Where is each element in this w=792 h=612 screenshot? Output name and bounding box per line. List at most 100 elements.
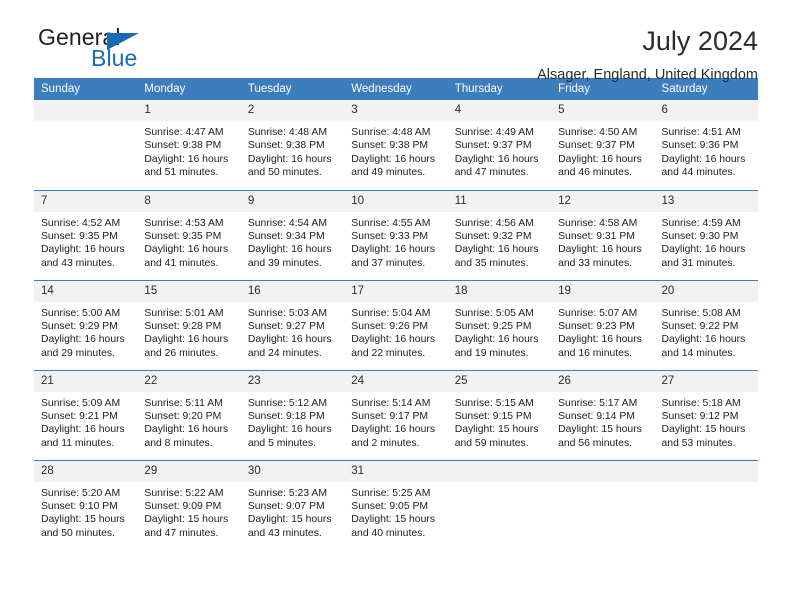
daylight-text-cont: and 39 minutes.	[247, 257, 322, 269]
calendar-day-cell[interactable]: 12 Sunrise: 4:58 AM Sunset: 9:31 PM Dayligh…	[551, 189, 655, 280]
day-number: 18	[447, 280, 552, 302]
calendar-day-cell[interactable]: 22 Sunrise: 5:11 AM Sunset: 9:20 PM Dayligh…	[137, 369, 241, 460]
sunrise-text: Sunrise: 4:56 AM	[454, 217, 534, 229]
sunrise-text: Sunrise: 5:11 AM	[144, 397, 223, 409]
sunset-text: Sunset: 9:32 PM	[454, 230, 532, 242]
calendar-day-cell[interactable]: 31 Sunrise: 5:25 AM Sunset: 9:05 PM Dayligh…	[344, 459, 448, 550]
calendar-day-cell[interactable]: 29 Sunrise: 5:22 AM Sunset: 9:09 PM Dayligh…	[137, 459, 241, 550]
calendar-day-cell[interactable]: 26 Sunrise: 5:17 AM Sunset: 9:14 PM Dayligh…	[551, 369, 655, 460]
day-number: 3	[344, 100, 448, 121]
daylight-text-cont: and 56 minutes.	[558, 437, 633, 449]
calendar-day-cell[interactable]: 6 Sunrise: 4:51 AM Sunset: 9:36 PM Daylight…	[654, 100, 758, 190]
sunrise-text: Sunrise: 4:59 AM	[661, 217, 741, 229]
sunrise-text: Sunrise: 5:00 AM	[41, 307, 121, 319]
day-details: Sunrise: 5:17 AM Sunset: 9:14 PM Daylight:…	[551, 392, 654, 451]
calendar-day-cell[interactable]: 17 Sunrise: 5:04 AM Sunset: 9:26 PM Dayligh…	[344, 279, 448, 370]
day-number: 2	[240, 100, 345, 121]
sunset-text: Sunset: 9:07 PM	[247, 500, 325, 512]
calendar-day-cell[interactable]: 21 Sunrise: 5:09 AM Sunset: 9:21 PM Dayligh…	[34, 369, 138, 460]
sunrise-text: Sunrise: 5:15 AM	[454, 397, 534, 409]
calendar-day-cell[interactable]: 25 Sunrise: 5:15 AM Sunset: 9:15 PM Dayligh…	[447, 369, 552, 460]
day-number: 31	[344, 460, 448, 482]
sunrise-text: Sunrise: 5:08 AM	[661, 307, 741, 319]
sunset-text: Sunset: 9:27 PM	[247, 320, 325, 332]
daylight-text: Daylight: 16 hours	[144, 334, 229, 346]
calendar-day-cell[interactable]: 23 Sunrise: 5:12 AM Sunset: 9:18 PM Dayligh…	[240, 369, 345, 460]
calendar-day-cell[interactable]: 9 Sunrise: 4:54 AM Sunset: 9:34 PM Daylight…	[240, 189, 345, 280]
calendar-day-cell[interactable]: 15 Sunrise: 5:01 AM Sunset: 9:28 PM Dayligh…	[137, 279, 241, 370]
calendar-day-cell[interactable]: 5 Sunrise: 4:50 AM Sunset: 9:37 PM Daylight…	[551, 100, 655, 190]
calendar-day-cell[interactable]: 20 Sunrise: 5:08 AM Sunset: 9:22 PM Dayligh…	[654, 279, 758, 370]
calendar-day-cell[interactable]: 8 Sunrise: 4:53 AM Sunset: 9:35 PM Daylight…	[137, 189, 241, 280]
calendar-day-cell[interactable]: 18 Sunrise: 5:05 AM Sunset: 9:25 PM Dayligh…	[447, 279, 552, 370]
weekday-header-tuesday: Tuesday	[240, 78, 345, 100]
day-number: 16	[240, 280, 345, 302]
day-number: 23	[240, 370, 345, 392]
sunset-text: Sunset: 9:36 PM	[661, 140, 739, 152]
day-details: Sunrise: 5:18 AM Sunset: 9:12 PM Daylight:…	[655, 392, 758, 451]
day-number: 25	[447, 370, 552, 392]
sunset-text: Sunset: 9:30 PM	[661, 230, 739, 242]
sunrise-text: Sunrise: 5:04 AM	[351, 307, 431, 319]
calendar-day-cell[interactable]: 24 Sunrise: 5:14 AM Sunset: 9:17 PM Dayligh…	[344, 369, 448, 460]
weekday-header-thursday: Thursday	[447, 78, 552, 100]
calendar-day-cell[interactable]: 28 Sunrise: 5:20 AM Sunset: 9:10 PM Dayligh…	[34, 459, 138, 550]
calendar-day-cell[interactable]: 27 Sunrise: 5:18 AM Sunset: 9:12 PM Dayligh…	[654, 369, 758, 460]
general-blue-logo[interactable]: General Blue	[34, 24, 194, 76]
calendar-day-cell[interactable]: 16 Sunrise: 5:03 AM Sunset: 9:27 PM Dayligh…	[240, 279, 345, 370]
calendar-day-cell[interactable]: 3 Sunrise: 4:48 AM Sunset: 9:38 PM Daylight…	[344, 100, 448, 190]
calendar-day-cell[interactable]: 1 Sunrise: 4:47 AM Sunset: 9:38 PM Daylight…	[137, 100, 241, 190]
daylight-text: Daylight: 16 hours	[351, 153, 436, 165]
day-details: Sunrise: 4:49 AM Sunset: 9:37 PM Daylight:…	[448, 121, 551, 180]
calendar-day-cell-empty	[447, 459, 552, 550]
calendar-day-cell[interactable]: 14 Sunrise: 5:00 AM Sunset: 9:29 PM Dayligh…	[34, 279, 138, 370]
sunrise-text: Sunrise: 5:09 AM	[41, 397, 121, 409]
sunrise-text: Sunrise: 5:18 AM	[661, 397, 741, 409]
day-details: Sunrise: 5:01 AM Sunset: 9:28 PM Daylight:…	[137, 302, 240, 361]
day-details: Sunrise: 4:59 AM Sunset: 9:30 PM Daylight:…	[655, 212, 758, 271]
day-details: Sunrise: 5:20 AM Sunset: 9:10 PM Daylight:…	[34, 482, 137, 541]
daylight-text: Daylight: 15 hours	[41, 514, 125, 526]
sunrise-text: Sunrise: 4:47 AM	[144, 127, 224, 138]
day-number	[551, 460, 655, 482]
calendar-day-cell[interactable]: 4 Sunrise: 4:49 AM Sunset: 9:37 PM Daylight…	[447, 100, 552, 190]
daylight-text: Daylight: 16 hours	[351, 424, 436, 436]
sunrise-text: Sunrise: 5:05 AM	[454, 307, 534, 319]
calendar-day-cell[interactable]: 19 Sunrise: 5:07 AM Sunset: 9:23 PM Dayligh…	[551, 279, 655, 370]
sunset-text: Sunset: 9:25 PM	[454, 320, 532, 332]
sunset-text: Sunset: 9:29 PM	[41, 320, 118, 332]
sunset-text: Sunset: 9:10 PM	[41, 500, 118, 512]
calendar-day-cell[interactable]: 10 Sunrise: 4:55 AM Sunset: 9:33 PM Dayligh…	[344, 189, 448, 280]
sunrise-text: Sunrise: 4:55 AM	[351, 217, 431, 229]
day-number: 20	[654, 280, 758, 302]
daylight-text: Daylight: 16 hours	[661, 244, 746, 256]
sunrise-text: Sunrise: 5:03 AM	[247, 307, 327, 319]
daylight-text-cont: and 41 minutes.	[144, 257, 219, 269]
day-details: Sunrise: 4:50 AM Sunset: 9:37 PM Daylight:…	[551, 121, 654, 180]
day-details: Sunrise: 5:22 AM Sunset: 9:09 PM Daylight:…	[137, 482, 240, 541]
day-number: 26	[551, 370, 655, 392]
calendar-day-cell[interactable]: 2 Sunrise: 4:48 AM Sunset: 9:38 PM Daylight…	[240, 100, 345, 190]
daylight-text: Daylight: 15 hours	[454, 424, 539, 436]
day-number: 10	[344, 190, 448, 212]
day-details: Sunrise: 4:54 AM Sunset: 9:34 PM Daylight:…	[241, 212, 344, 271]
daylight-text: Daylight: 16 hours	[247, 153, 332, 165]
sunrise-text: Sunrise: 4:48 AM	[247, 127, 327, 138]
day-details: Sunrise: 4:48 AM Sunset: 9:38 PM Daylight:…	[344, 121, 447, 180]
day-details: Sunrise: 5:04 AM Sunset: 9:26 PM Daylight:…	[344, 302, 447, 361]
sunrise-text: Sunrise: 4:52 AM	[41, 217, 121, 229]
day-number: 9	[240, 190, 345, 212]
calendar-day-cell[interactable]: 30 Sunrise: 5:23 AM Sunset: 9:07 PM Dayligh…	[240, 459, 345, 550]
calendar-day-cell[interactable]: 13 Sunrise: 4:59 AM Sunset: 9:30 PM Dayligh…	[654, 189, 758, 280]
sunset-text: Sunset: 9:37 PM	[558, 140, 635, 152]
calendar-day-cell[interactable]: 11 Sunrise: 4:56 AM Sunset: 9:32 PM Dayligh…	[447, 189, 552, 280]
weekday-header-sunday: Sunday	[34, 78, 138, 100]
sunrise-text: Sunrise: 5:20 AM	[41, 487, 121, 499]
sunset-text: Sunset: 9:23 PM	[558, 320, 635, 332]
sunset-text: Sunset: 9:17 PM	[351, 410, 429, 422]
calendar-day-cell[interactable]: 7 Sunrise: 4:52 AM Sunset: 9:35 PM Daylight…	[34, 189, 138, 280]
day-number: 12	[551, 190, 655, 212]
daylight-text-cont: and 26 minutes.	[144, 347, 219, 359]
day-number: 13	[654, 190, 758, 212]
calendar-week-row: 7 Sunrise: 4:52 AM Sunset: 9:35 PM Daylight…	[34, 189, 758, 280]
